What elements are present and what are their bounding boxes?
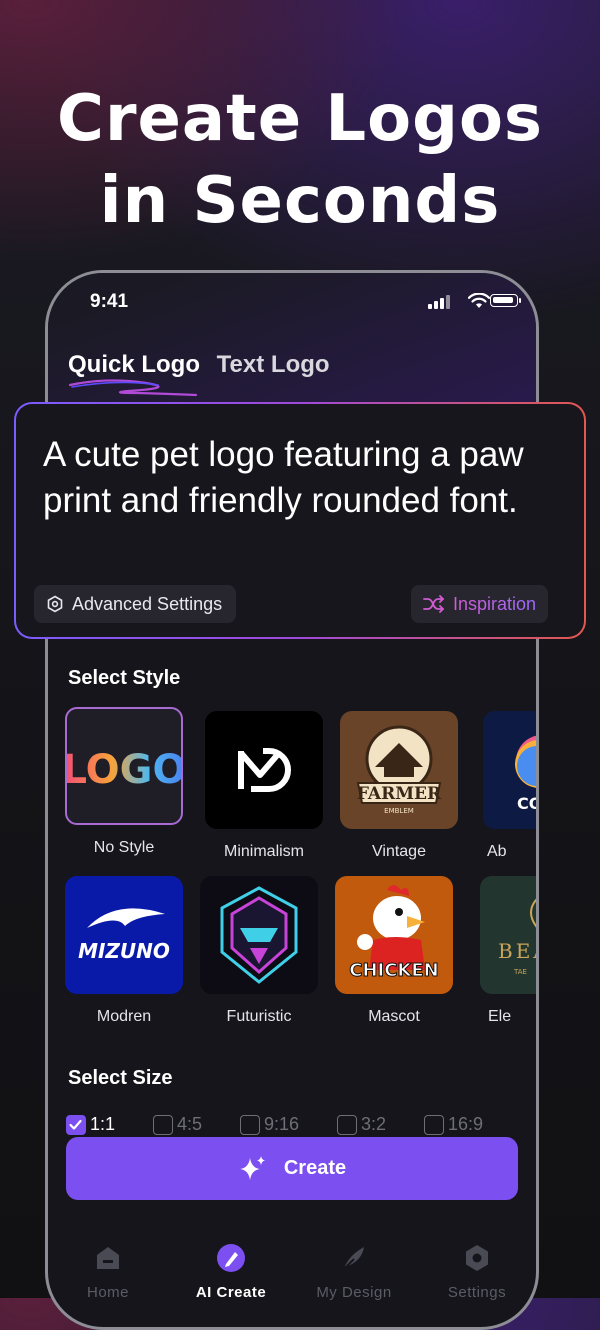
status-time: 9:41 xyxy=(90,291,129,312)
svg-text:EMBLEM: EMBLEM xyxy=(384,807,414,815)
style-thumb-no-style: LOGO xyxy=(65,707,183,825)
select-style-title: Select Style xyxy=(68,667,181,689)
size-label-4-5: 4:5 xyxy=(177,1114,203,1134)
dm-monogram-icon xyxy=(238,748,291,792)
create-button-label: Create xyxy=(283,1157,347,1179)
style-label-no-style: No Style xyxy=(93,839,155,856)
checkbox-checked-icon xyxy=(66,1114,86,1135)
size-label-9-16: 9:16 xyxy=(264,1114,300,1134)
style-thumb-mascot: CHICKEN xyxy=(335,876,453,994)
size-option-3-2[interactable]: 3:2 xyxy=(337,1114,386,1135)
create-button[interactable]: Create xyxy=(66,1137,518,1200)
checkbox-icon xyxy=(337,1114,357,1135)
tab-text-logo[interactable]: Text Logo xyxy=(217,351,330,378)
svg-text:TAE: TAE xyxy=(513,968,527,976)
checkbox-icon xyxy=(153,1114,173,1135)
sparkle-icon xyxy=(239,1155,265,1180)
svg-text:FARMER: FARMER xyxy=(357,784,442,804)
style-label-minimalism: Minimalism xyxy=(224,843,304,860)
svg-text:CO: CO xyxy=(517,794,539,813)
style-option-abstract[interactable]: CO Ab xyxy=(483,711,539,861)
active-tab-underline xyxy=(68,379,198,397)
style-option-no-style[interactable]: LOGO No Style xyxy=(65,707,183,857)
style-option-minimalism[interactable]: Minimalism xyxy=(205,711,323,861)
style-option-vintage[interactable]: FARMER EMBLEM Vintage xyxy=(340,711,458,861)
settings-hex-icon xyxy=(47,595,63,613)
checkbox-icon xyxy=(424,1114,444,1135)
style-label-futuristic: Futuristic xyxy=(226,1008,292,1025)
farmer-emblem-icon: FARMER EMBLEM xyxy=(356,725,442,815)
chicken-mascot-icon: CHICKEN xyxy=(349,885,439,982)
bottom-nav: Home AI Create My Design Settings xyxy=(48,1228,536,1327)
nav-ai-create-label: AI Create xyxy=(195,1284,267,1301)
svg-text:CHICKEN: CHICKEN xyxy=(349,960,439,981)
style-label-elegant: Ele xyxy=(488,1008,512,1025)
abstract-circle-icon: CO xyxy=(515,735,539,813)
headline-line-1: Create Logos xyxy=(56,82,544,156)
nav-ai-create[interactable]: AI Create xyxy=(181,1242,281,1301)
style-thumb-abstract: CO xyxy=(483,711,539,829)
style-option-elegant[interactable]: BEA TAE Ele xyxy=(480,876,539,1026)
svg-text:MIZUNO: MIZUNO xyxy=(78,939,170,963)
size-label-1-1: 1:1 xyxy=(90,1114,116,1134)
style-label-mascot: Mascot xyxy=(368,1008,420,1025)
select-size-title: Select Size xyxy=(68,1067,173,1089)
shuffle-icon xyxy=(423,595,444,613)
futuristic-helmet-icon xyxy=(220,886,298,984)
prompt-text[interactable]: A cute pet logo featuring a paw print an… xyxy=(43,432,560,524)
size-option-1-1[interactable]: 1:1 xyxy=(66,1114,115,1135)
style-thumb-modren: MIZUNO xyxy=(65,876,183,994)
svg-text:LOGO: LOGO xyxy=(67,747,181,793)
style-label-vintage: Vintage xyxy=(372,843,426,860)
advanced-settings-label: Advanced Settings xyxy=(72,593,223,614)
logo-type-tabs: Quick Logo Text Logo xyxy=(68,351,330,397)
style-label-modren: Modren xyxy=(96,1008,152,1025)
status-icons xyxy=(428,293,521,309)
nav-my-design-label: My Design xyxy=(316,1284,392,1301)
advanced-settings-button[interactable]: Advanced Settings xyxy=(34,585,237,623)
ai-create-icon xyxy=(217,1244,245,1272)
headline: Create Logos in Seconds xyxy=(0,78,600,242)
nav-home-label: Home xyxy=(86,1284,129,1301)
size-option-4-5[interactable]: 4:5 xyxy=(153,1114,202,1135)
checkbox-icon xyxy=(240,1114,260,1135)
home-icon xyxy=(97,1247,119,1269)
nav-settings-label: Settings xyxy=(447,1284,507,1301)
headline-line-2: in Seconds xyxy=(99,164,501,238)
battery-icon xyxy=(490,294,521,307)
size-option-9-16[interactable]: 9:16 xyxy=(240,1114,299,1135)
elegant-leaf-icon: BEA TAE xyxy=(498,898,539,976)
style-thumb-vintage: FARMER EMBLEM xyxy=(340,711,458,829)
style-thumb-minimalism xyxy=(205,711,323,829)
mizuno-logo-icon: MIZUNO xyxy=(78,908,170,963)
inspiration-label: Inspiration xyxy=(452,593,536,614)
logo-text-icon: LOGO xyxy=(67,747,181,793)
size-option-16-9[interactable]: 16:9 xyxy=(424,1114,483,1135)
style-option-modren[interactable]: MIZUNO Modren xyxy=(65,876,183,1026)
settings-icon xyxy=(466,1245,488,1271)
size-label-3-2: 3:2 xyxy=(361,1114,387,1134)
style-option-futuristic[interactable]: Futuristic xyxy=(200,876,318,1026)
style-thumb-futuristic xyxy=(200,876,318,994)
style-label-abstract: Ab xyxy=(487,843,507,860)
nav-my-design[interactable]: My Design xyxy=(304,1242,404,1301)
wifi-icon xyxy=(468,293,490,308)
tab-quick-logo[interactable]: Quick Logo xyxy=(68,351,207,397)
svg-text:BEA: BEA xyxy=(498,939,539,963)
nav-home[interactable]: Home xyxy=(58,1242,158,1301)
size-label-16-9: 16:9 xyxy=(448,1114,484,1134)
quill-icon xyxy=(343,1247,364,1270)
prompt-card[interactable]: A cute pet logo featuring a paw print an… xyxy=(14,402,586,639)
style-thumb-elegant: BEA TAE xyxy=(480,876,539,994)
inspiration-button[interactable]: Inspiration xyxy=(410,585,548,623)
style-option-mascot[interactable]: CHICKEN Mascot xyxy=(335,876,453,1026)
nav-settings[interactable]: Settings xyxy=(427,1242,527,1301)
